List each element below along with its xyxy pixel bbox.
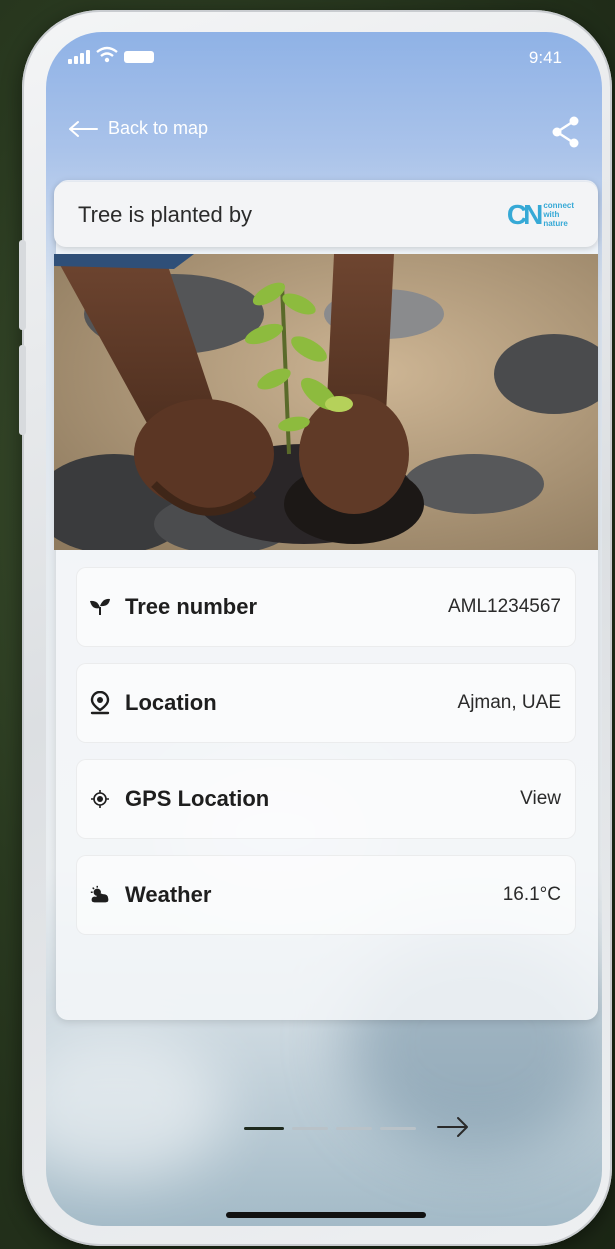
logo-word: connect: [543, 201, 574, 210]
back-to-map-button[interactable]: Back to map: [68, 118, 208, 139]
arrow-right-icon[interactable]: [436, 1115, 470, 1139]
page-dot-active: [244, 1127, 284, 1130]
status-time: 9:41: [528, 48, 562, 67]
share-icon[interactable]: [552, 116, 580, 148]
volume-up-button: [19, 240, 26, 330]
detail-title: Location: [125, 690, 217, 715]
logo-word: nature: [543, 219, 568, 228]
planted-by-banner: Tree is planted by CN connect with natur…: [54, 182, 598, 247]
wifi-icon: [96, 46, 118, 63]
home-indicator: [226, 1212, 426, 1218]
logo-mark: CN: [506, 198, 544, 230]
detail-row-tree-number: Tree number AML1234567: [76, 567, 576, 647]
planted-by-label: Tree is planted by: [78, 201, 253, 227]
back-label: Back to map: [108, 118, 209, 138]
gps-view-link[interactable]: View: [520, 788, 561, 810]
details-list: Tree number AML1234567 Location Ajman, U…: [76, 567, 576, 951]
detail-value: Ajman, UAE: [457, 692, 561, 713]
page-dot: [336, 1127, 372, 1130]
phone-screen: 9:41 Back to map Tree is planted by CN c…: [46, 32, 602, 1226]
detail-value: 16.1°C: [502, 884, 561, 905]
page-dot: [380, 1127, 416, 1130]
detail-title: Weather: [125, 882, 212, 907]
page-indicator: [244, 1127, 416, 1130]
cellular-signal-icon: [68, 50, 90, 64]
connect-with-nature-logo: CN connect with nature: [507, 199, 574, 231]
detail-title: GPS Location: [125, 786, 270, 811]
detail-value: AML1234567: [447, 596, 561, 617]
page-dot: [292, 1127, 328, 1130]
planting-hands-image: [54, 254, 598, 550]
detail-row-weather: Weather 16.1°C: [76, 855, 576, 935]
seedling-icon: [89, 596, 111, 618]
logo-word: with: [543, 210, 560, 219]
tree-planting-photo: [54, 254, 598, 550]
location-pin-icon: [89, 691, 111, 715]
volume-down-button: [19, 345, 26, 435]
battery-icon: [124, 51, 154, 63]
detail-title: Tree number: [125, 594, 258, 619]
detail-row-location: Location Ajman, UAE: [76, 663, 576, 743]
gps-target-icon: [89, 788, 111, 810]
status-bar: 9:41: [46, 32, 602, 88]
arrow-left-icon: [69, 120, 98, 137]
detail-row-gps-location[interactable]: GPS Location View: [76, 759, 576, 839]
weather-cloud-sun-icon: [89, 884, 111, 906]
cloud: [46, 1032, 226, 1182]
